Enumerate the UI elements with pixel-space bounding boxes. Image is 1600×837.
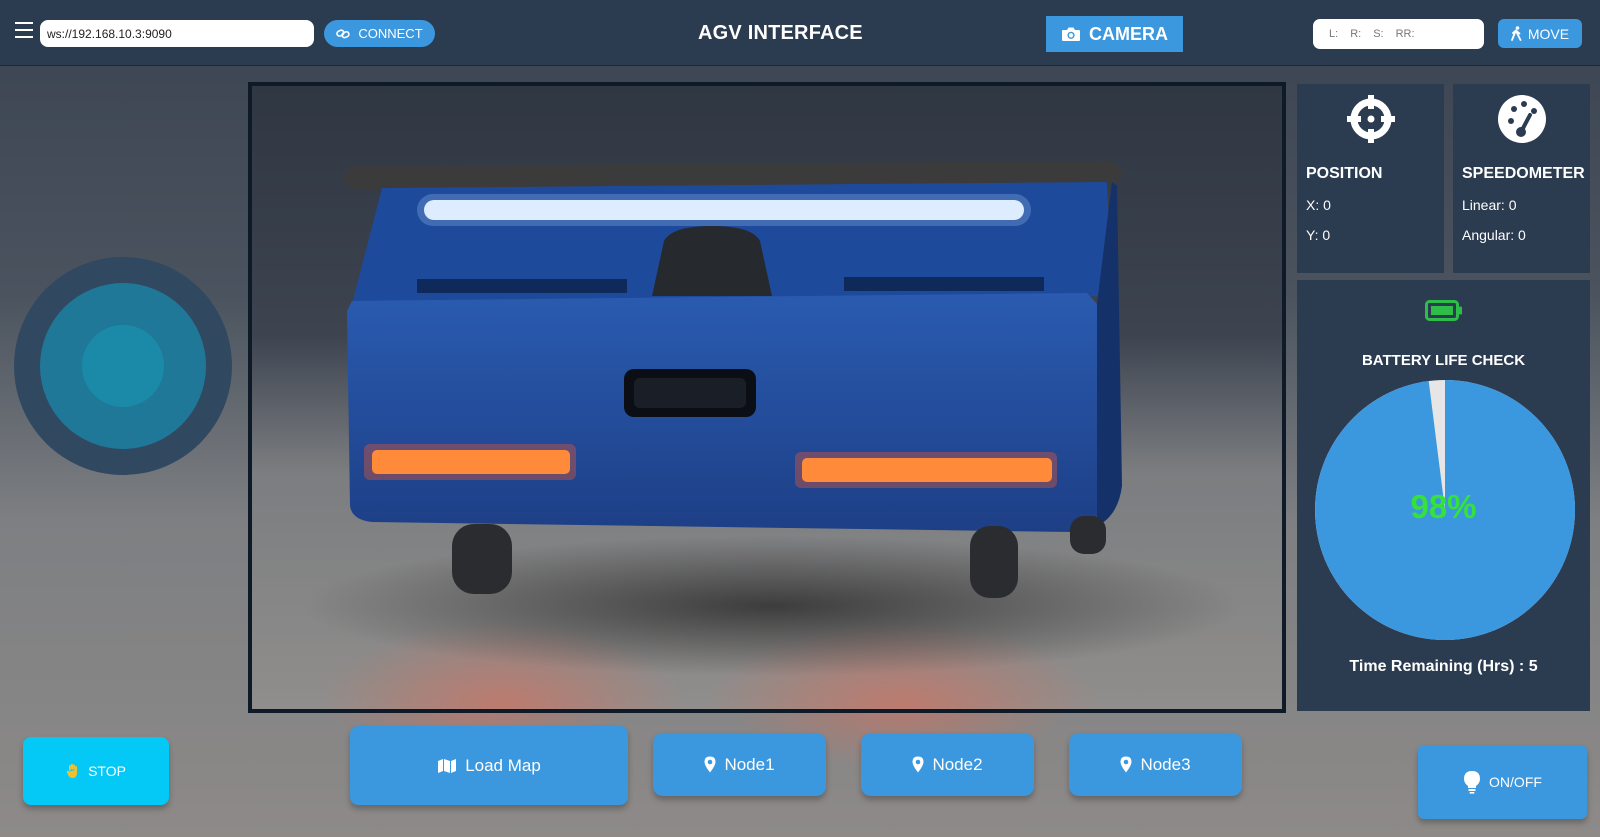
connect-button[interactable]: CONNECT	[324, 20, 435, 47]
status-l-label: L:	[1329, 28, 1339, 40]
node2-label: Node2	[932, 754, 983, 774]
node3-button[interactable]: Node3	[1069, 733, 1242, 796]
stop-button[interactable]: STOP	[23, 737, 169, 805]
gauge-icon	[1497, 95, 1546, 143]
move-button[interactable]: MOVE	[1498, 19, 1582, 48]
onoff-button[interactable]: ON/OFF	[1418, 745, 1587, 819]
agv-robot-image	[302, 161, 1242, 676]
angular-speed-value: Angular: 0	[1462, 227, 1526, 243]
stop-button-label: STOP	[88, 763, 126, 779]
load-map-label: Load Map	[465, 755, 541, 775]
wheel-status-field[interactable]: L: R: S: RR:	[1313, 19, 1484, 49]
camera-button-label: CAMERA	[1089, 23, 1168, 44]
camera-feed	[248, 82, 1286, 713]
battery-panel: BATTERY LIFE CHECK 98% Time Remaining (H…	[1297, 280, 1590, 711]
speedometer-panel: SPEEDOMETER Linear: 0 Angular: 0	[1453, 84, 1590, 273]
connect-button-label: CONNECT	[358, 26, 423, 41]
websocket-url-input[interactable]	[40, 20, 314, 47]
speedometer-title: SPEEDOMETER	[1462, 165, 1585, 182]
hand-icon	[66, 763, 78, 778]
top-bar: CONNECT AGV INTERFACE CAMERA L: R: S: RR…	[0, 0, 1600, 66]
position-x-value: X: 0	[1306, 197, 1331, 213]
walking-person-icon	[1510, 26, 1522, 41]
app-title: AGV INTERFACE	[698, 22, 863, 44]
joystick-knob[interactable]	[82, 325, 164, 407]
onoff-label: ON/OFF	[1489, 774, 1542, 790]
node3-label: Node3	[1140, 754, 1191, 774]
map-icon	[438, 758, 457, 773]
status-rr-label: RR:	[1395, 28, 1415, 40]
map-pin-icon	[912, 756, 924, 773]
status-r-label: R:	[1350, 28, 1362, 40]
camera-button[interactable]: CAMERA	[1046, 16, 1183, 52]
load-map-button[interactable]: Load Map	[350, 726, 628, 805]
position-panel: POSITION X: 0 Y: 0	[1297, 84, 1444, 273]
status-s-label: S:	[1373, 28, 1384, 40]
node1-button[interactable]: Node1	[653, 733, 826, 796]
battery-icon	[1425, 300, 1462, 321]
menu-icon[interactable]	[15, 22, 33, 38]
node1-label: Node1	[724, 754, 775, 774]
joystick-ring	[40, 283, 206, 449]
time-remaining-value: Time Remaining (Hrs) : 5	[1349, 658, 1538, 675]
camera-icon	[1062, 27, 1080, 41]
lightbulb-icon	[1464, 771, 1481, 794]
position-y-value: Y: 0	[1306, 227, 1331, 243]
node2-button[interactable]: Node2	[861, 733, 1034, 796]
crosshair-icon	[1346, 95, 1395, 143]
battery-percent-label: 98%	[1410, 488, 1477, 525]
joystick-base[interactable]	[14, 257, 232, 475]
link-icon	[336, 28, 351, 38]
battery-title: BATTERY LIFE CHECK	[1361, 352, 1526, 369]
map-pin-icon	[1120, 756, 1132, 773]
move-button-label: MOVE	[1527, 25, 1570, 42]
position-title: POSITION	[1306, 165, 1383, 182]
map-pin-icon	[704, 756, 716, 773]
linear-speed-value: Linear: 0	[1462, 197, 1517, 213]
